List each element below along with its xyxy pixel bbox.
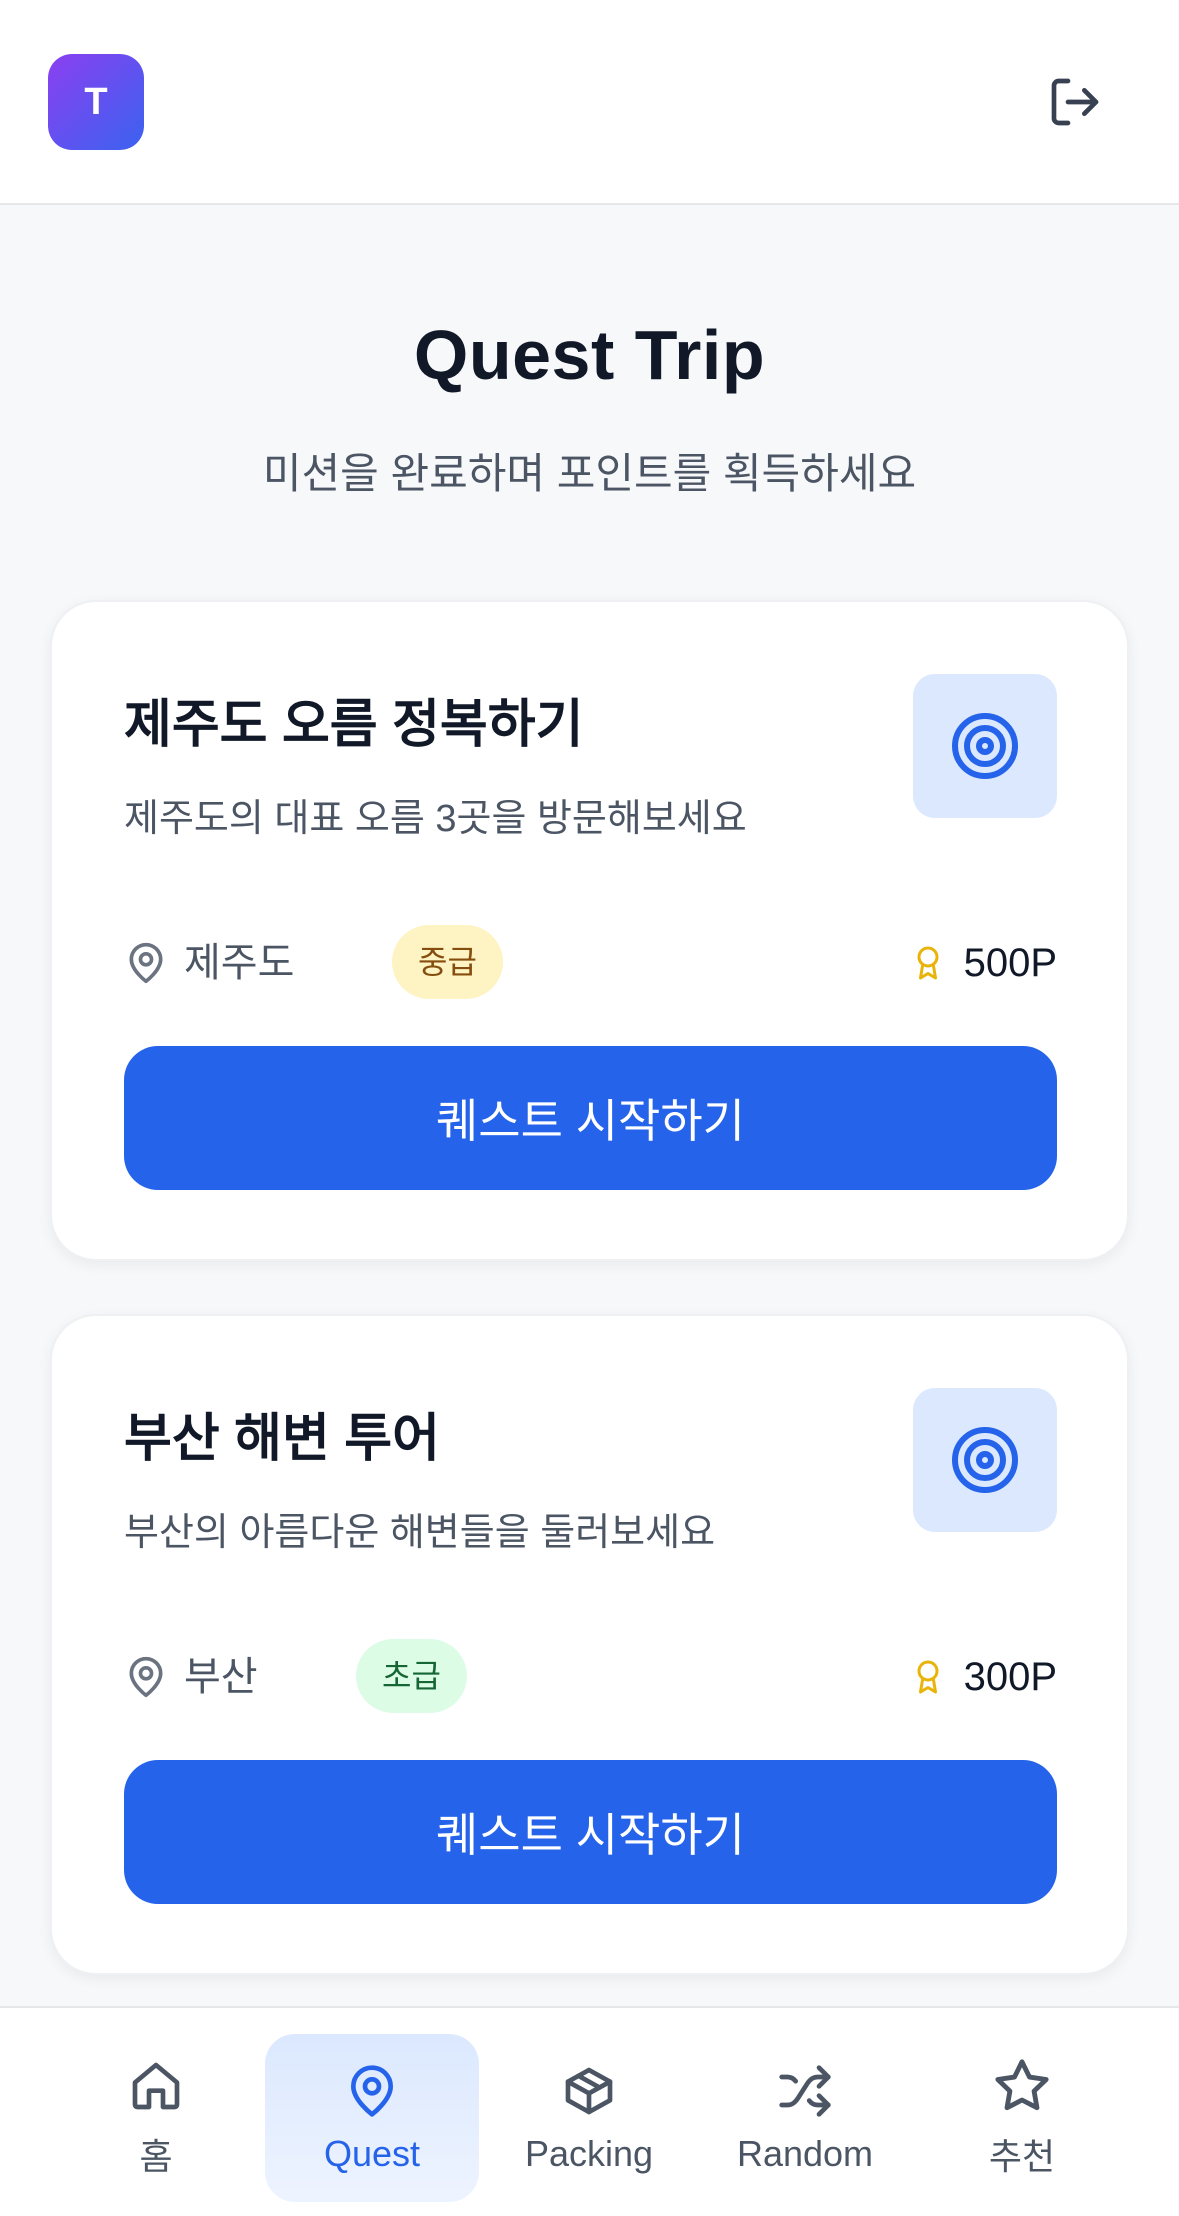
nav-label: Quest	[323, 2133, 421, 2174]
nav-label: 홈	[139, 2136, 173, 2177]
quest-reward: 300P	[910, 1653, 1057, 1701]
quest-description: 제주도의 대표 오름 3곳을 방문해보세요	[124, 798, 747, 840]
quest-location: 제주도	[184, 941, 295, 985]
avatar[interactable]: T	[48, 54, 144, 150]
award-icon	[917, 946, 939, 980]
nav-item-packing[interactable]: Packing	[482, 2034, 696, 2202]
nav-item-random[interactable]: Random	[698, 2034, 912, 2202]
quest-points: 500P	[963, 940, 1057, 985]
nav-item-recommend[interactable]: 추천	[915, 2034, 1129, 2202]
quest-reward: 500P	[910, 939, 1057, 987]
quest-location: 부산	[184, 1655, 258, 1699]
start-quest-button[interactable]: 퀘스트 시작하기	[124, 1760, 1057, 1904]
difficulty-badge: 중급	[392, 925, 503, 999]
award-icon	[917, 1660, 939, 1694]
map-pin-icon	[129, 1656, 163, 1698]
shuffle-icon	[775, 2061, 835, 2121]
nav-item-home[interactable]: 홈	[49, 2034, 263, 2202]
target-icon-box	[913, 674, 1057, 818]
home-icon	[126, 2056, 186, 2116]
quest-description: 부산의 아름다운 해변들을 둘러보세요	[124, 1512, 716, 1554]
quest-meta: 부산 초급 300P	[124, 1639, 1057, 1713]
quest-card: 부산 해변 투어 부산의 아름다운 해변들을 둘러보세요 부산 초급 300P …	[50, 1314, 1129, 1975]
logout-button[interactable]	[1040, 70, 1110, 134]
star-icon	[992, 2056, 1052, 2116]
start-quest-button[interactable]: 퀘스트 시작하기	[124, 1046, 1057, 1190]
target-icon	[952, 1427, 1018, 1493]
top-header: T	[0, 0, 1179, 205]
quest-title: 부산 해변 투어	[124, 1410, 440, 1468]
logout-icon	[1051, 78, 1099, 126]
map-pin-icon	[342, 2061, 402, 2121]
quest-card: 제주도 오름 정복하기 제주도의 대표 오름 3곳을 방문해보세요 제주도 중급…	[50, 600, 1129, 1261]
app: T Quest Trip 미션을 완료하며 포인트를 획득하세요 제주도 오름 …	[0, 0, 1179, 2216]
target-icon-box	[913, 1388, 1057, 1532]
nav-label: Packing	[524, 2133, 654, 2174]
package-icon	[559, 2061, 619, 2121]
quest-meta: 제주도 중급 500P	[124, 925, 1057, 999]
page-subtitle: 미션을 완료하며 포인트를 획득하세요	[262, 450, 917, 497]
target-icon	[952, 713, 1018, 779]
page-title: Quest Trip	[413, 316, 766, 394]
map-pin-icon	[129, 942, 163, 984]
nav-item-quest[interactable]: Quest	[265, 2034, 479, 2202]
quest-points: 300P	[963, 1654, 1057, 1699]
bottom-nav: 홈 Quest Packing Random 추천	[0, 2006, 1179, 2216]
nav-label: 추천	[988, 2136, 1056, 2177]
nav-label: Random	[736, 2133, 874, 2174]
difficulty-badge: 초급	[356, 1639, 467, 1713]
quest-title: 제주도 오름 정복하기	[124, 696, 584, 754]
